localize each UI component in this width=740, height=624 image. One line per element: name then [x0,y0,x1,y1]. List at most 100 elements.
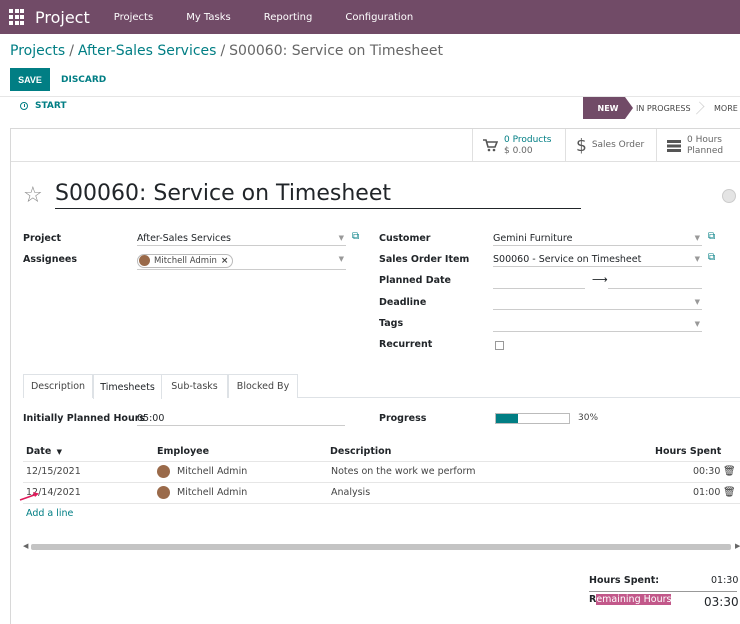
row-employee-name: Mitchell Admin [177,466,248,477]
row-date: 12/15/2021 [26,466,81,477]
save-button[interactable]: SAVE [10,68,50,91]
column-hours-spent[interactable]: Hours Spent [655,446,721,457]
tab-blocked-by[interactable]: Blocked By [228,374,298,398]
planned-date-label: Planned Date [379,275,451,286]
tab-description[interactable]: Description [23,374,93,398]
assignees-field[interactable]: Mitchell Admin × ▼ [137,252,346,270]
external-link-icon[interactable]: ⧉ [708,231,715,242]
remove-tag-icon[interactable]: × [221,256,229,266]
sales-order-item-field[interactable]: S00060 - Service on Timesheet ▼ [493,252,702,267]
planned-date-end-field[interactable] [608,274,702,289]
apps-grid-icon[interactable] [9,9,25,25]
menu-reporting[interactable]: Reporting [264,12,313,23]
row-hours: 01:00 [693,487,721,498]
products-smart-button[interactable]: 0 Products $ 0.00 [472,129,565,162]
row-employee: Mitchell Admin [157,486,247,499]
chevron-down-icon: ▼ [694,255,700,263]
row-employee-name: Mitchell Admin [177,487,248,498]
scroll-left-icon[interactable]: ◀ [23,542,28,550]
form-sheet: 0 Products $ 0.00 $ Sales Order 0 Hours … [10,128,740,624]
row-description: Analysis [331,487,371,498]
sales-order-label: Sales Order [591,140,645,150]
stage-more[interactable]: MORE [714,97,738,119]
project-value: After-Sales Services [137,232,231,244]
column-date[interactable]: Date ▼ [26,446,62,457]
breadcrumb-projects[interactable]: Projects [10,43,65,59]
add-line-link[interactable]: Add a line [26,508,73,519]
sales-order-item-value: S00060 - Service on Timesheet [493,253,642,265]
project-field[interactable]: After-Sales Services ▼ [137,231,346,246]
menu-projects[interactable]: Projects [114,12,153,23]
recurrent-checkbox[interactable] [495,341,504,350]
row-hours: 00:30 [693,466,721,477]
column-employee[interactable]: Employee [157,446,209,457]
annotation-arrow-icon [19,492,39,501]
progress-percent: 30% [578,413,599,423]
table-row[interactable]: 12/14/2021 Mitchell Admin Analysis 01:00… [23,482,740,503]
start-label: START [35,101,67,111]
external-link-icon[interactable]: ⧉ [352,231,359,242]
row-employee: Mitchell Admin [157,465,247,478]
chevron-down-icon: ▼ [338,255,344,263]
sales-order-smart-button[interactable]: $ Sales Order [565,129,656,162]
table-row[interactable]: 12/15/2021 Mitchell Admin Notes on the w… [23,461,740,482]
customer-label: Customer [379,233,431,244]
avatar [157,465,170,478]
products-amount: $ 0.00 [504,145,533,156]
breadcrumb-after-sales[interactable]: After-Sales Services [78,43,217,59]
selection-highlight: emaining Hours [596,594,672,605]
scroll-right-icon[interactable]: ▶ [735,542,740,550]
scroll-thumb[interactable] [31,544,731,550]
deadline-label: Deadline [379,297,427,308]
menu-configuration[interactable]: Configuration [345,12,413,23]
progress-label: Progress [379,413,427,424]
tab-sub-tasks[interactable]: Sub-tasks [162,374,228,398]
top-navbar: Project Projects My Tasks Reporting Conf… [0,0,740,34]
sort-caret-icon: ▼ [56,448,62,456]
remaining-hours-label: Remaining Hours [589,594,672,605]
tags-field[interactable]: ▼ [493,317,702,332]
chevron-down-icon: ▼ [694,234,700,242]
hours-count: 0 Hours [687,134,722,145]
app-name[interactable]: Project [35,8,90,27]
sales-order-item-label: Sales Order Item [379,254,470,265]
trash-icon[interactable]: 🗑 [723,487,736,498]
start-timer-button[interactable]: START [20,101,67,111]
column-description[interactable]: Description [330,446,391,457]
planned-hours-field[interactable]: 05:00 [137,411,345,426]
kanban-status-dot[interactable] [722,189,736,203]
chevron-down-icon: ▼ [338,234,344,242]
planned-date-start-field[interactable] [493,274,585,289]
discard-button[interactable]: DISCARD [58,68,109,91]
hours-label: Planned [687,145,724,156]
hours-smart-button[interactable]: 0 Hours Planned [656,129,740,162]
avatar [139,255,150,266]
customer-field[interactable]: Gemini Furniture ▼ [493,231,702,246]
task-title-input[interactable]: S00060: Service on Timesheet [55,181,581,209]
clock-icon [20,102,28,110]
avatar [157,486,170,499]
star-icon[interactable]: ☆ [23,183,43,208]
stage-in-progress[interactable]: IN PROGRESS [636,97,691,119]
status-bar: START NEW IN PROGRESS MORE [0,96,740,119]
menu-my-tasks[interactable]: My Tasks [186,12,231,23]
timesheet-icon [667,139,681,152]
column-date-label: Date [26,446,52,457]
products-count: 0 Products [504,134,552,145]
dollar-icon: $ [576,135,587,156]
progress-fill [496,414,518,423]
external-link-icon[interactable]: ⧉ [708,252,715,263]
notebook-tabs: Description Timesheets Sub-tasks Blocked… [23,374,740,399]
assignee-name: Mitchell Admin [154,255,217,266]
deadline-field[interactable]: ▼ [493,295,702,310]
horizontal-scrollbar[interactable]: ◀ ▶ [23,541,740,553]
stage-new[interactable]: NEW [583,97,633,119]
planned-hours-label: Initially Planned Hours [23,413,146,424]
trash-icon[interactable]: 🗑 [723,466,736,477]
tab-timesheets[interactable]: Timesheets [93,374,162,399]
breadcrumb-current: S00060: Service on Timesheet [229,43,443,59]
breadcrumb-separator: / [220,43,226,59]
tags-label: Tags [379,318,404,329]
smart-button-bar: 0 Products $ 0.00 $ Sales Order 0 Hours … [11,129,740,162]
breadcrumb: Projects / After-Sales Services / S00060… [10,43,443,59]
